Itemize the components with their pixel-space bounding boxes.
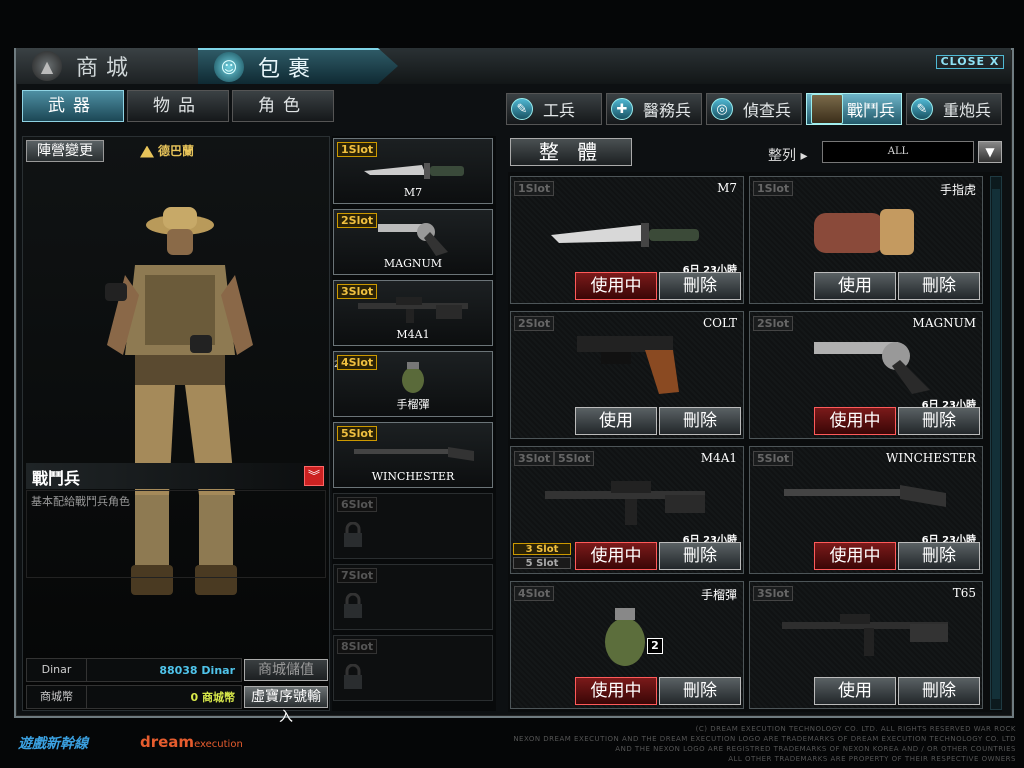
dinar-row: Dinar 88038 Dinar (26, 658, 242, 682)
class-tab-heavy[interactable]: ✎ 重炮兵 (906, 93, 1002, 125)
use-button[interactable]: 使用中 (814, 407, 896, 435)
item-card-m7: 1Slot M7 6日 23小時 使用中 刪除 (510, 176, 744, 304)
item-card-t65: 3Slot T65 使用 刪除 (749, 581, 983, 709)
use-button[interactable]: 使用中 (814, 542, 896, 570)
inventory-window: ▲ 商城 ☺ 包裹 CLOSE X 武器 物品 角色 ✎ 工兵 ✚ 醫務兵 ◎ 偵查兵… (0, 0, 1024, 768)
class-tab-medic[interactable]: ✚ 醫務兵 (606, 93, 702, 125)
close-button[interactable]: CLOSE X (936, 55, 1004, 69)
item-card-winchester: 5Slot WINCHESTER 6日 23小時 使用中 刪除 (749, 446, 983, 574)
use-button[interactable]: 使用 (575, 407, 657, 435)
tab-package[interactable]: ☺ 包裹 (198, 48, 398, 84)
revolver-icon (814, 342, 930, 394)
lock-icon (344, 664, 362, 689)
mall-currency-row: 商城幣 0 商城幣 (26, 685, 242, 709)
use-button[interactable]: 使用 (814, 272, 896, 300)
lock-icon (344, 593, 362, 618)
view-all-button[interactable]: 整 體 (510, 138, 632, 166)
item-card-magnum: 2Slot MAGNUM 6日 23小時 使用中 刪除 (749, 311, 983, 439)
soldier-portrait-icon (811, 94, 843, 124)
use-button[interactable]: 使用中 (575, 272, 657, 300)
knife-icon (364, 163, 464, 179)
item-card-colt: 2Slot COLT 使用 刪除 (510, 311, 744, 439)
delete-button[interactable]: 刪除 (898, 407, 980, 435)
rifle-icon (782, 614, 948, 656)
delete-button[interactable]: 刪除 (659, 677, 741, 705)
subtab-weapons[interactable]: 武器 (22, 90, 124, 122)
serial-code-button[interactable]: 虛寶序號輸入 (244, 686, 328, 725)
grenade-icon (402, 362, 424, 393)
class-tab-engineer[interactable]: ✎ 工兵 (506, 93, 602, 125)
wrench-icon: ✎ (511, 98, 533, 120)
faction-icon (140, 145, 154, 158)
slot-2[interactable]: 2Slot MAGNUM (333, 209, 493, 275)
person-icon: ☺ (214, 52, 244, 82)
knife-icon (551, 223, 699, 247)
class-tab-assault[interactable]: 戰鬥兵 (806, 93, 902, 125)
wrench-icon: ✎ (911, 98, 933, 120)
slot-5[interactable]: 5Slot WINCHESTER (333, 422, 493, 488)
subtab-characters[interactable]: 角色 (232, 90, 334, 122)
use-button[interactable]: 使用中 (575, 677, 657, 705)
grenade-icon (605, 608, 645, 666)
crosshair-icon: ◎ (711, 98, 733, 120)
item-card-knuckles: 1Slot 手指虎 使用 刪除 (749, 176, 983, 304)
scrollbar[interactable] (990, 176, 1002, 710)
slot-7-locked: 7Slot (333, 564, 493, 630)
slot-3[interactable]: 3Slot M4A1 (333, 280, 493, 346)
glove-icon (814, 209, 914, 255)
faction-label: 德巴蘭 (140, 142, 194, 159)
slot-8-locked: 8Slot (333, 635, 493, 701)
gamania-logo: 遊戲新幹線 (18, 736, 88, 752)
subtab-items[interactable]: 物品 (127, 90, 229, 122)
class-description: 基本配給戰鬥兵角色 (26, 490, 326, 578)
slot-1[interactable]: 1Slot M7 (333, 138, 493, 204)
expand-chevron-icon[interactable]: ︾ (304, 466, 324, 486)
slot-4[interactable]: 4Slot 2 手榴彈 (333, 351, 493, 417)
medic-cross-icon: ✚ (611, 98, 633, 120)
mall-deposit-button[interactable]: 商城儲值 (244, 659, 328, 681)
use-button[interactable]: 使用中 (575, 542, 657, 570)
delete-button[interactable]: 刪除 (898, 677, 980, 705)
scrollbar-thumb[interactable] (992, 189, 1000, 699)
delete-button[interactable]: 刪除 (898, 542, 980, 570)
slot-6-locked: 6Slot (333, 493, 493, 559)
rifle-icon (545, 481, 705, 525)
class-tab-sniper[interactable]: ◎ 偵查兵 (706, 93, 802, 125)
delete-button[interactable]: 刪除 (659, 272, 741, 300)
item-card-grenade: 4Slot 手榴彈 2 使用中 刪除 (510, 581, 744, 709)
sort-select[interactable]: ALL (822, 141, 974, 163)
delete-button[interactable]: 刪除 (659, 542, 741, 570)
rifle-icon (358, 297, 468, 323)
copyright-notice: (C) DREAM EXECUTION TECHNOLOGY CO. LTD. … (513, 725, 1016, 763)
sort-label: 整列 ▸ (768, 148, 808, 164)
item-card-m4a1: 3Slot 5Slot M4A1 6日 23小時 3 Slot 5 Slot 使… (510, 446, 744, 574)
change-faction-button[interactable]: 陣營變更 (26, 140, 104, 162)
delete-button[interactable]: 刪除 (898, 272, 980, 300)
shop-icon: ▲ (32, 51, 62, 81)
shotgun-icon (354, 447, 474, 461)
revolver-icon (378, 223, 448, 256)
slot-tag-3: 3Slot (514, 451, 555, 466)
pistol-icon (577, 336, 679, 394)
lock-icon (344, 522, 362, 547)
class-name: 戰鬥兵 (26, 463, 326, 489)
dream-execution-logo: dreamexecution (140, 733, 243, 751)
use-button[interactable]: 使用 (814, 677, 896, 705)
tab-shop[interactable]: ▲ 商城 (16, 48, 216, 84)
delete-button[interactable]: 刪除 (659, 407, 741, 435)
dropdown-arrow-icon[interactable]: ▼ (978, 141, 1002, 163)
shotgun-icon (784, 485, 946, 507)
slot-tag-5: 5Slot (554, 451, 595, 466)
